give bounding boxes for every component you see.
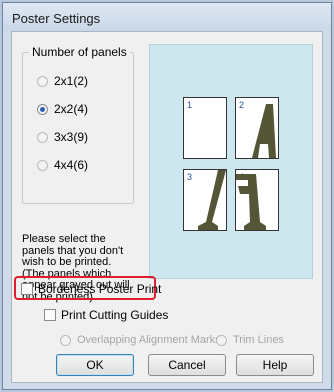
- preview-panel-3[interactable]: 3: [183, 169, 227, 231]
- ok-button[interactable]: OK: [56, 354, 134, 376]
- window-title: Poster Settings: [12, 11, 101, 26]
- poster-preview: 1 2 3 4: [149, 44, 313, 279]
- radio-icon: [60, 334, 71, 346]
- poster-settings-dialog: Poster Settings Number of panels 2x1(2) …: [2, 2, 332, 390]
- overlapping-alignment-marks-radio[interactable]: Overlapping Alignment Marks: [60, 334, 221, 346]
- radio-label: 2x1(2): [54, 74, 89, 88]
- preview-panel-1[interactable]: 1: [183, 97, 227, 159]
- radio-icon: [37, 159, 48, 171]
- radio-selected-icon: [37, 103, 48, 115]
- cancel-button[interactable]: Cancel: [148, 354, 226, 376]
- trim-lines-radio[interactable]: Trim Lines: [216, 334, 284, 346]
- panel-number: 1: [187, 100, 193, 110]
- radio-3x3[interactable]: 3x3(9): [37, 129, 88, 145]
- preview-panel-4[interactable]: 4: [235, 169, 279, 231]
- dialog-content: Number of panels 2x1(2) 2x2(4) 3x3(9) 4x…: [11, 31, 323, 383]
- radio-label: 2x2(4): [54, 102, 89, 116]
- borderless-poster-print-checkbox[interactable]: Borderless Poster Print: [21, 282, 161, 296]
- radio-label: 4x4(6): [54, 158, 89, 172]
- preview-panel-2[interactable]: 2: [235, 97, 279, 159]
- radio-icon: [37, 131, 48, 143]
- radio-label: Overlapping Alignment Marks: [77, 334, 221, 346]
- radio-icon: [216, 334, 227, 346]
- radio-4x4[interactable]: 4x4(6): [37, 157, 88, 173]
- radio-2x2[interactable]: 2x2(4): [37, 101, 88, 117]
- radio-2x1[interactable]: 2x1(2): [37, 73, 88, 89]
- checkbox-label: Borderless Poster Print: [38, 282, 162, 296]
- radio-label: 3x3(9): [54, 130, 89, 144]
- number-of-panels-group: Number of panels 2x1(2) 2x2(4) 3x3(9) 4x…: [22, 45, 134, 204]
- checkbox-icon: [21, 283, 33, 295]
- letter-a-top-icon: [252, 104, 276, 158]
- help-button[interactable]: Help: [236, 354, 314, 376]
- radio-icon: [37, 75, 48, 87]
- checkbox-icon: [44, 309, 56, 321]
- radio-label: Trim Lines: [233, 334, 284, 346]
- letter-a-right-foot-icon: [236, 174, 266, 230]
- letter-a-left-foot-icon: [198, 170, 226, 230]
- group-label: Number of panels: [29, 45, 130, 59]
- print-cutting-guides-checkbox[interactable]: Print Cutting Guides: [44, 308, 168, 322]
- title-bar: Poster Settings: [3, 3, 331, 31]
- checkbox-label: Print Cutting Guides: [61, 308, 169, 322]
